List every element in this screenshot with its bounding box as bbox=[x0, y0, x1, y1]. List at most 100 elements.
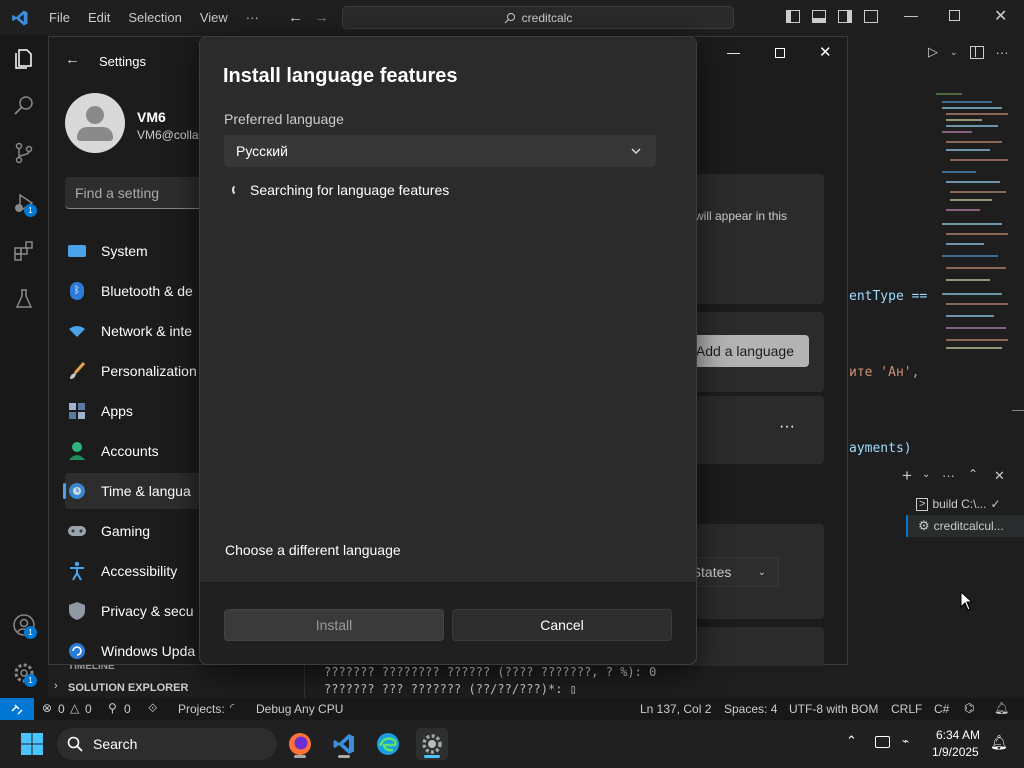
notifications-icon[interactable]: 🔔︎ bbox=[990, 734, 1008, 751]
solution-explorer-section[interactable]: SOLUTION EXPLORER bbox=[68, 682, 188, 694]
activity-bar: 1 1 1 bbox=[0, 35, 48, 698]
back-arrow-icon[interactable]: ← bbox=[65, 51, 80, 68]
selected-language: Русский bbox=[236, 143, 288, 159]
search-icon[interactable] bbox=[8, 89, 40, 121]
taskbar-search[interactable]: Search bbox=[57, 728, 277, 760]
network-tray-icon[interactable] bbox=[875, 736, 890, 748]
extensions-icon[interactable] bbox=[8, 235, 40, 267]
run-debug-icon[interactable]: 1 bbox=[8, 187, 40, 219]
new-terminal-icon[interactable]: + bbox=[902, 466, 912, 486]
debug-launch-icon[interactable]: ⟐ bbox=[148, 701, 157, 716]
install-button[interactable]: Install bbox=[224, 609, 444, 641]
vscode-statusbar: ⊗ 0 △ 0 ⚲ 0 ⟐ Projects: ◜ Debug Any CPU … bbox=[0, 698, 1024, 720]
build-config[interactable]: Debug Any CPU bbox=[256, 702, 343, 716]
source-control-icon[interactable] bbox=[8, 137, 40, 169]
error-count[interactable]: 0 bbox=[58, 702, 65, 716]
split-editor-icon[interactable] bbox=[969, 45, 984, 59]
terminal-line: ??????? ???????? ?????? (???? ???????, ?… bbox=[324, 665, 657, 679]
more-actions-icon[interactable]: ··· bbox=[942, 468, 955, 483]
vscode-taskbar-icon[interactable] bbox=[328, 728, 360, 760]
loading-spinner-icon: ◜ bbox=[230, 702, 235, 714]
nav-forward-icon[interactable]: → bbox=[314, 9, 329, 26]
toggle-sidebar-icon[interactable] bbox=[786, 10, 800, 23]
clock-time[interactable]: 6:34 AM bbox=[936, 728, 980, 742]
cursor-position[interactable]: Ln 137, Col 2 bbox=[640, 702, 711, 716]
testing-icon[interactable] bbox=[8, 283, 40, 315]
search-icon bbox=[67, 736, 83, 752]
add-language-button[interactable]: Add a language bbox=[679, 335, 809, 367]
nav-item-bluetooth[interactable]: ᛒ Bluetooth & de bbox=[65, 273, 205, 309]
nav-item-privacy[interactable]: Privacy & secu bbox=[65, 593, 205, 629]
terminal-tab-creditcalc[interactable]: ⚙ creditcalcul... bbox=[906, 515, 1024, 537]
language-mode[interactable]: C# bbox=[934, 702, 949, 716]
close-panel-icon[interactable]: ✕ bbox=[994, 468, 1005, 484]
minimize-icon[interactable]: — bbox=[727, 45, 740, 60]
nav-item-accessibility[interactable]: Accessibility bbox=[65, 553, 205, 589]
nav-back-icon[interactable]: ← bbox=[288, 9, 303, 26]
account-icon[interactable]: 1 bbox=[8, 609, 40, 641]
maximize-panel-icon[interactable]: ⌃ bbox=[968, 467, 978, 481]
choose-different-language-link[interactable]: Choose a different language bbox=[225, 542, 401, 558]
show-hidden-icons-icon[interactable]: ⌃ bbox=[846, 733, 857, 749]
close-icon[interactable]: ✕ bbox=[994, 6, 1007, 26]
find-setting-input[interactable]: Find a setting bbox=[65, 177, 205, 209]
customize-layout-icon[interactable] bbox=[864, 10, 878, 23]
warning-count[interactable]: 0 bbox=[85, 702, 92, 716]
remote-indicator-icon[interactable] bbox=[0, 698, 34, 720]
nav-item-windows-update[interactable]: Windows Upda bbox=[65, 633, 205, 669]
explorer-icon[interactable] bbox=[8, 43, 40, 75]
nav-item-network[interactable]: Network & inte bbox=[65, 313, 205, 349]
indentation[interactable]: Spaces: 4 bbox=[724, 702, 777, 716]
more-actions-icon[interactable]: ··· bbox=[996, 45, 1009, 60]
nav-item-gaming[interactable]: Gaming bbox=[65, 513, 205, 549]
menu-more[interactable]: ··· bbox=[237, 10, 268, 25]
copilot-icon[interactable]: ⌬ bbox=[964, 701, 974, 715]
terminal-icon: > bbox=[916, 497, 929, 511]
command-center[interactable]: creditcalc bbox=[342, 6, 734, 29]
chevron-down-icon[interactable]: ⌄ bbox=[950, 47, 958, 58]
more-options-icon[interactable]: ··· bbox=[779, 418, 795, 436]
menu-edit[interactable]: Edit bbox=[79, 10, 119, 25]
run-icon[interactable]: ▷ bbox=[928, 44, 938, 60]
language-dropdown[interactable]: Русский bbox=[224, 135, 656, 167]
network-icon bbox=[65, 321, 89, 341]
nav-label: Gaming bbox=[101, 523, 151, 539]
manage-gear-icon[interactable]: 1 bbox=[8, 657, 40, 689]
install-language-dialog: Install language features Preferred lang… bbox=[199, 36, 697, 665]
close-icon[interactable]: ✕ bbox=[819, 43, 832, 61]
menu-view[interactable]: View bbox=[191, 10, 237, 25]
cancel-button[interactable]: Cancel bbox=[452, 609, 672, 641]
firefox-icon[interactable] bbox=[284, 728, 316, 760]
bluetooth-icon: ᛒ bbox=[65, 281, 89, 301]
windows-start-icon[interactable] bbox=[16, 728, 48, 760]
nav-item-apps[interactable]: Apps bbox=[65, 393, 205, 429]
nav-label: Time & langua bbox=[101, 483, 191, 499]
clock-date[interactable]: 1/9/2025 bbox=[932, 745, 979, 759]
projects-label[interactable]: Projects: bbox=[178, 702, 225, 716]
toggle-panel-icon[interactable] bbox=[812, 10, 826, 23]
chevron-down-icon[interactable]: ⌄ bbox=[922, 469, 930, 480]
terminal-tab-build[interactable]: > build C:\... ✓ bbox=[906, 493, 1024, 515]
menu-file[interactable]: File bbox=[40, 10, 79, 25]
add-language-label: Add a language bbox=[695, 343, 794, 359]
menu-selection[interactable]: Selection bbox=[119, 10, 190, 25]
settings-taskbar-icon[interactable] bbox=[416, 728, 448, 760]
nav-item-accounts[interactable]: Accounts bbox=[65, 433, 205, 469]
restore-icon[interactable] bbox=[949, 10, 960, 21]
edge-icon[interactable] bbox=[372, 728, 404, 760]
nav-label: Bluetooth & de bbox=[101, 283, 193, 299]
command-center-label: creditcalc bbox=[521, 10, 573, 25]
encoding[interactable]: UTF-8 with BOM bbox=[789, 702, 878, 716]
nav-item-time-language[interactable]: Time & langua bbox=[63, 473, 205, 509]
line-ending[interactable]: CRLF bbox=[891, 702, 922, 716]
minimize-icon[interactable]: — bbox=[904, 7, 918, 23]
toggle-secondary-sidebar-icon[interactable] bbox=[838, 10, 852, 23]
nav-item-system[interactable]: System bbox=[65, 233, 205, 269]
maximize-icon[interactable] bbox=[775, 48, 785, 58]
install-label: Install bbox=[315, 617, 353, 633]
active-indicator bbox=[424, 755, 440, 758]
nav-item-personalization[interactable]: Personalization bbox=[65, 353, 205, 389]
volume-tray-icon[interactable]: ⌁ bbox=[902, 734, 909, 748]
ports-count[interactable]: 0 bbox=[124, 702, 131, 716]
notifications-bell-icon[interactable]: 🔔︎ bbox=[994, 701, 1009, 715]
